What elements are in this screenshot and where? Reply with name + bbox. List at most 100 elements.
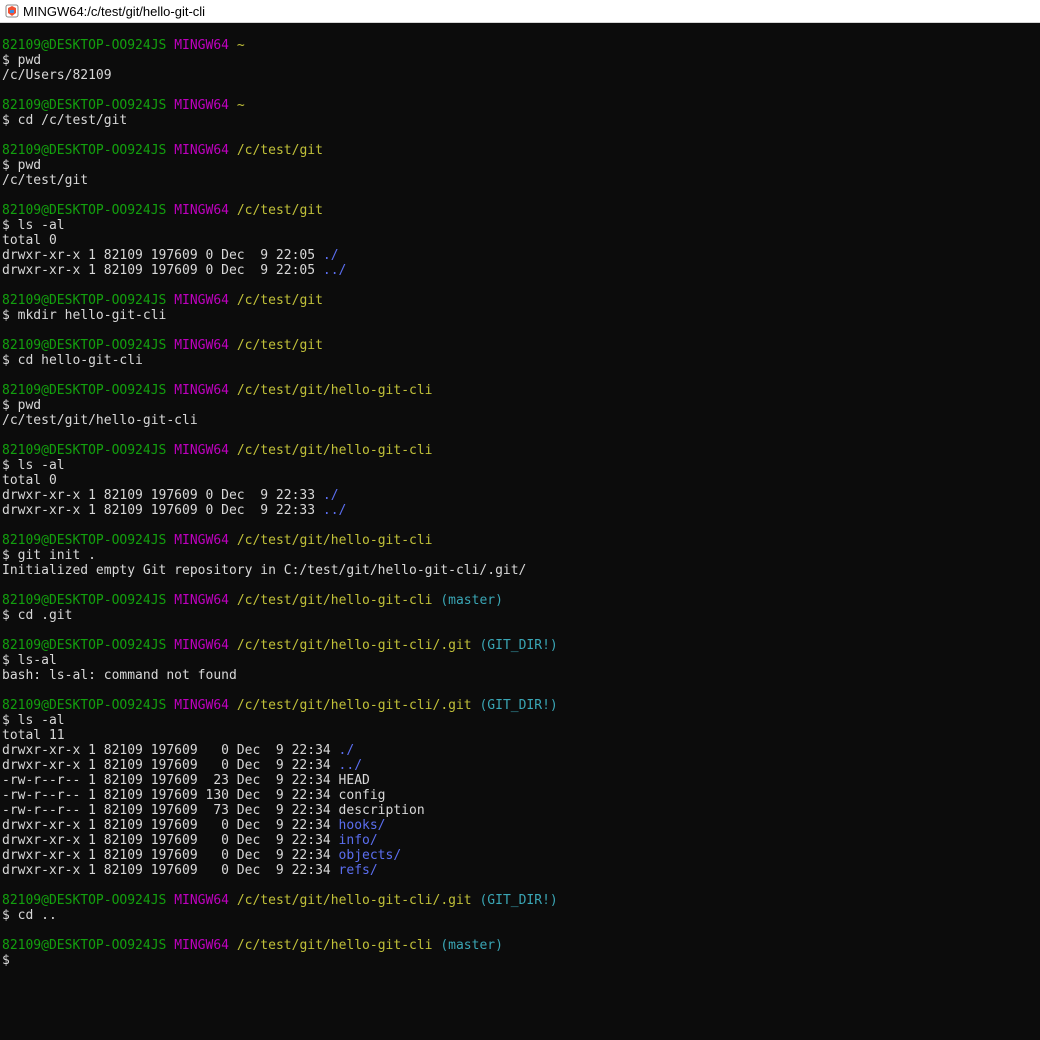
terminal-output[interactable]: 82109@DESKTOP-OO924JS MINGW64 ~ $ pwd/c/U… [2,38,1040,968]
terminal-line: $ ls -al [2,713,1040,728]
terminal-text: $ pwd [2,398,42,413]
terminal-text: Initialized empty Git repository in C:/t… [2,563,527,578]
terminal-text: $ ls-al [2,653,57,668]
terminal-text: $ git init . [2,548,96,563]
dir-entry: ../ [338,758,363,773]
terminal-line: -rw-r--r-- 1 82109 197609 73 Dec 9 22:34… [2,803,1040,818]
terminal-text: $ cd .git [2,608,73,623]
prompt-user: 82109@DESKTOP-OO924JS [2,893,167,908]
terminal-text: /c/Users/82109 [2,68,112,83]
prompt-user: 82109@DESKTOP-OO924JS [2,938,167,953]
terminal-text: -rw-r--r-- 1 82109 197609 23 Dec 9 22:34… [2,773,370,788]
terminal-text: -rw-r--r-- 1 82109 197609 73 Dec 9 22:34… [2,803,425,818]
prompt-host: MINGW64 [174,338,229,353]
terminal-line: bash: ls-al: command not found [2,668,1040,683]
title-bar[interactable]: MINGW64:/c/test/git/hello-git-cli [0,0,1040,23]
terminal-line: $ cd .. [2,908,1040,923]
dir-entry: objects/ [338,848,402,863]
terminal-line: $ pwd [2,53,1040,68]
terminal-line: 82109@DESKTOP-OO924JS MINGW64 /c/test/gi… [2,533,1040,548]
terminal-line: $ [2,953,1040,968]
terminal-text: drwxr-xr-x 1 82109 197609 0 Dec 9 22:34 [2,758,339,773]
terminal-text: drwxr-xr-x 1 82109 197609 0 Dec 9 22:33 [2,488,323,503]
dir-entry: refs/ [338,863,378,878]
dir-entry: ./ [322,248,339,263]
prompt-branch: (master) [440,938,503,953]
terminal-line: 82109@DESKTOP-OO924JS MINGW64 /c/test/gi… [2,203,1040,218]
prompt-branch: (master) [440,593,503,608]
prompt-host: MINGW64 [174,638,229,653]
prompt-path: /c/test/git [236,143,323,158]
terminal-line: $ pwd [2,398,1040,413]
dir-entry: ./ [322,488,339,503]
terminal-text: bash: ls-al: command not found [2,668,237,683]
terminal-text: drwxr-xr-x 1 82109 197609 0 Dec 9 22:33 [2,503,323,518]
prompt-path: /c/test/git/hello-git-cli [236,938,433,953]
terminal-line: $ git init . [2,548,1040,563]
terminal-line: $ pwd [2,158,1040,173]
terminal-text: drwxr-xr-x 1 82109 197609 0 Dec 9 22:34 [2,863,339,878]
terminal-line: 82109@DESKTOP-OO924JS MINGW64 /c/test/gi… [2,938,1040,953]
window-title: MINGW64:/c/test/git/hello-git-cli [23,3,206,19]
prompt-path: /c/test/git/hello-git-cli [236,383,433,398]
prompt-user: 82109@DESKTOP-OO924JS [2,638,167,653]
terminal-text: drwxr-xr-x 1 82109 197609 0 Dec 9 22:34 [2,848,339,863]
terminal-line: 82109@DESKTOP-OO924JS MINGW64 /c/test/gi… [2,593,1040,608]
terminal-line: $ cd .git [2,608,1040,623]
prompt-branch: (GIT_DIR!) [479,698,558,713]
prompt-user: 82109@DESKTOP-OO924JS [2,143,167,158]
prompt-user: 82109@DESKTOP-OO924JS [2,593,167,608]
prompt-path: /c/test/git/hello-git-cli/.git [236,638,472,653]
prompt-path: /c/test/git [236,203,323,218]
terminal-line: /c/Users/82109 [2,68,1040,83]
prompt-path: /c/test/git/hello-git-cli [236,443,433,458]
prompt-host: MINGW64 [174,593,229,608]
prompt-user: 82109@DESKTOP-OO924JS [2,38,167,53]
terminal-line: drwxr-xr-x 1 82109 197609 0 Dec 9 22:34 … [2,848,1040,863]
terminal-line: drwxr-xr-x 1 82109 197609 0 Dec 9 22:34 … [2,743,1040,758]
terminal-text: total 0 [2,473,57,488]
dir-entry: ../ [322,503,347,518]
terminal-text: drwxr-xr-x 1 82109 197609 0 Dec 9 22:34 [2,743,339,758]
terminal-line: drwxr-xr-x 1 82109 197609 0 Dec 9 22:33 … [2,503,1040,518]
terminal-line: 82109@DESKTOP-OO924JS MINGW64 /c/test/gi… [2,383,1040,398]
prompt-host: MINGW64 [174,893,229,908]
terminal-text: drwxr-xr-x 1 82109 197609 0 Dec 9 22:05 [2,263,323,278]
terminal-line: drwxr-xr-x 1 82109 197609 0 Dec 9 22:33 … [2,488,1040,503]
terminal-line: total 0 [2,473,1040,488]
terminal-line: drwxr-xr-x 1 82109 197609 0 Dec 9 22:34 … [2,758,1040,773]
terminal-line: /c/test/git [2,173,1040,188]
prompt-path: ~ [236,98,245,113]
terminal-text: -rw-r--r-- 1 82109 197609 130 Dec 9 22:3… [2,788,386,803]
prompt-user: 82109@DESKTOP-OO924JS [2,203,167,218]
prompt-path: ~ [236,38,245,53]
terminal-text: $ [2,953,10,968]
prompt-user: 82109@DESKTOP-OO924JS [2,443,167,458]
terminal-line: -rw-r--r-- 1 82109 197609 130 Dec 9 22:3… [2,788,1040,803]
terminal-text: drwxr-xr-x 1 82109 197609 0 Dec 9 22:34 [2,818,339,833]
prompt-path: /c/test/git [236,293,323,308]
prompt-host: MINGW64 [174,98,229,113]
prompt-path: /c/test/git [236,338,323,353]
terminal-line: drwxr-xr-x 1 82109 197609 0 Dec 9 22:34 … [2,833,1040,848]
terminal-line: $ mkdir hello-git-cli [2,308,1040,323]
prompt-branch: (GIT_DIR!) [479,893,558,908]
terminal-line: drwxr-xr-x 1 82109 197609 0 Dec 9 22:05 … [2,263,1040,278]
terminal-text: drwxr-xr-x 1 82109 197609 0 Dec 9 22:05 [2,248,323,263]
prompt-user: 82109@DESKTOP-OO924JS [2,98,167,113]
prompt-user: 82109@DESKTOP-OO924JS [2,533,167,548]
